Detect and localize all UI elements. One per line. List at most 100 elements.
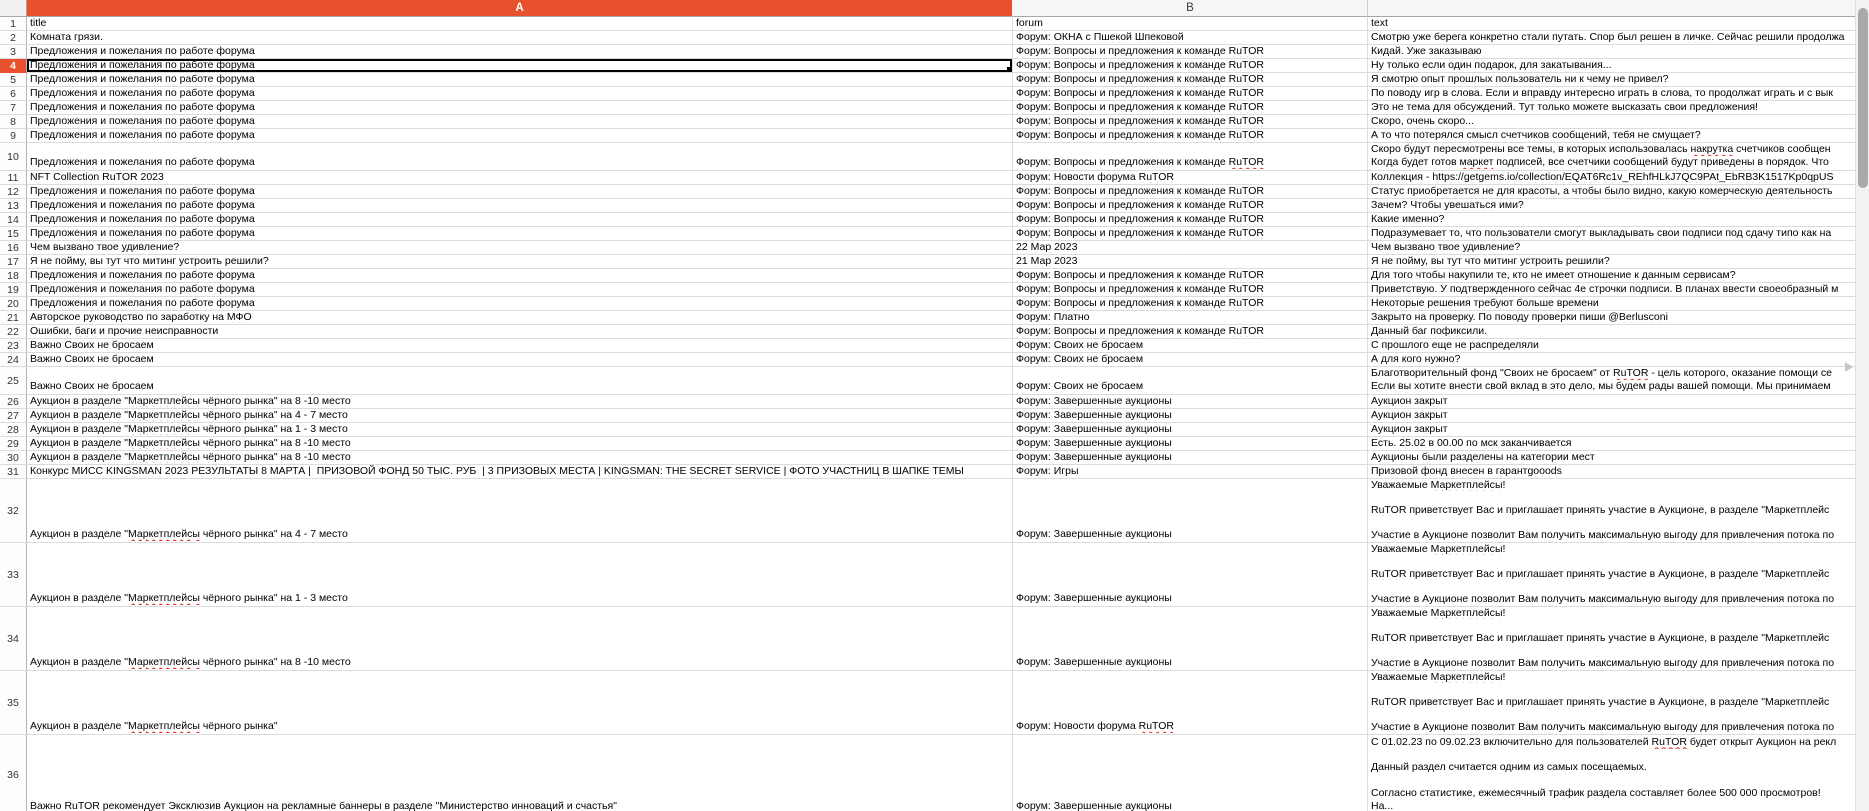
cell-A1[interactable]: title [27,17,1013,31]
cell-C3[interactable]: Кидай. Уже заказываю [1368,45,1855,59]
row-header-4[interactable]: 4 [0,59,27,73]
cell-C29[interactable]: Есть. 25.02 в 00.00 по мск заканчивается [1368,437,1855,451]
cell-C13[interactable]: Зачем? Чтобы увешаться ими? [1368,199,1855,213]
row-header-11[interactable]: 11 [0,171,27,185]
cell-B18[interactable]: Форум: Вопросы и предложения к команде R… [1013,269,1368,283]
cell-B1[interactable]: forum [1013,17,1368,31]
cell-B11[interactable]: Форум: Новости форума RuTOR [1013,171,1368,185]
cell-A5[interactable]: Предложения и пожелания по работе форума [27,73,1013,87]
cell-A17[interactable]: Я не пойму, вы тут что митинг устроить р… [27,255,1013,269]
row-header-19[interactable]: 19 [0,283,27,297]
cell-A19[interactable]: Предложения и пожелания по работе форума [27,283,1013,297]
row-header-28[interactable]: 28 [0,423,27,437]
column-header-b[interactable]: B [1013,0,1368,17]
cell-C28[interactable]: Аукцион закрыт [1368,423,1855,437]
row-header-8[interactable]: 8 [0,115,27,129]
cell-B13[interactable]: Форум: Вопросы и предложения к команде R… [1013,199,1368,213]
cell-A34[interactable]: Аукцион в разделе "Маркетплейсы чёрного … [27,607,1013,671]
cell-C33[interactable]: Уважаемые Маркетплейсы! RuTOR приветству… [1368,543,1855,607]
cell-A16[interactable]: Чем вызвано твое удивление? [27,241,1013,255]
cell-B32[interactable]: Форум: Завершенные аукционы [1013,479,1368,543]
vertical-scrollbar[interactable] [1855,0,1869,811]
cell-B15[interactable]: Форум: Вопросы и предложения к команде R… [1013,227,1368,241]
cell-C34[interactable]: Уважаемые Маркетплейсы! RuTOR приветству… [1368,607,1855,671]
cell-B3[interactable]: Форум: Вопросы и предложения к команде R… [1013,45,1368,59]
row-header-33[interactable]: 33 [0,543,27,607]
row-header-5[interactable]: 5 [0,73,27,87]
row-header-34[interactable]: 34 [0,607,27,671]
cell-C26[interactable]: Аукцион закрыт [1368,395,1855,409]
row-header-22[interactable]: 22 [0,325,27,339]
cell-B7[interactable]: Форум: Вопросы и предложения к команде R… [1013,101,1368,115]
cell-B14[interactable]: Форум: Вопросы и предложения к команде R… [1013,213,1368,227]
row-header-7[interactable]: 7 [0,101,27,115]
cell-C30[interactable]: Аукционы были разделены на категории мес… [1368,451,1855,465]
cell-A8[interactable]: Предложения и пожелания по работе форума [27,115,1013,129]
row-header-16[interactable]: 16 [0,241,27,255]
row-header-29[interactable]: 29 [0,437,27,451]
row-header-6[interactable]: 6 [0,87,27,101]
cell-C6[interactable]: По поводу игр в слова. Если и вправду ин… [1368,87,1855,101]
row-header-10[interactable]: 10 [0,143,27,171]
row-header-30[interactable]: 30 [0,451,27,465]
cell-B2[interactable]: Форум: ОКНА с Пшекой Шпековой [1013,31,1368,45]
cell-B22[interactable]: Форум: Вопросы и предложения к команде R… [1013,325,1368,339]
cell-A10[interactable]: Предложения и пожелания по работе форума [27,143,1013,171]
cell-B20[interactable]: Форум: Вопросы и предложения к команде R… [1013,297,1368,311]
cell-C36[interactable]: С 01.02.23 по 09.02.23 включительно для … [1368,735,1855,811]
cell-B6[interactable]: Форум: Вопросы и предложения к команде R… [1013,87,1368,101]
cell-C17[interactable]: Я не пойму, вы тут что митинг устроить р… [1368,255,1855,269]
row-header-14[interactable]: 14 [0,213,27,227]
row-header-26[interactable]: 26 [0,395,27,409]
cell-C7[interactable]: Это не тема для обсуждений. Тут только м… [1368,101,1855,115]
row-header-32[interactable]: 32 [0,479,27,543]
cell-B28[interactable]: Форум: Завершенные аукционы [1013,423,1368,437]
cell-B16[interactable]: 22 Мар 2023 [1013,241,1368,255]
cell-C10[interactable]: Скоро будут пересмотрены все темы, в кот… [1368,143,1855,171]
cell-A18[interactable]: Предложения и пожелания по работе форума [27,269,1013,283]
cell-B34[interactable]: Форум: Завершенные аукционы [1013,607,1368,671]
cell-C23[interactable]: С прошлого еще не распределяли [1368,339,1855,353]
cell-C2[interactable]: Смотрю уже берега конкретно стали путать… [1368,31,1855,45]
cell-B35[interactable]: Форум: Новости форума RuTOR [1013,671,1368,735]
select-all-corner[interactable] [0,0,27,17]
cell-B26[interactable]: Форум: Завершенные аукционы [1013,395,1368,409]
cell-C5[interactable]: Я смотрю опыт прошлых пользователь ни к … [1368,73,1855,87]
row-header-27[interactable]: 27 [0,409,27,423]
cell-B33[interactable]: Форум: Завершенные аукционы [1013,543,1368,607]
cell-A26[interactable]: Аукцион в разделе "Маркетплейсы чёрного … [27,395,1013,409]
cell-C19[interactable]: Приветствую. У подтвержденного сейчас 4е… [1368,283,1855,297]
cell-C32[interactable]: Уважаемые Маркетплейсы! RuTOR приветству… [1368,479,1855,543]
cell-A11[interactable]: NFT Collection RuTOR 2023 [27,171,1013,185]
cell-C21[interactable]: Закрыто на проверку. По поводу проверки … [1368,311,1855,325]
column-header-c[interactable] [1368,0,1855,17]
cell-B8[interactable]: Форум: Вопросы и предложения к команде R… [1013,115,1368,129]
row-header-21[interactable]: 21 [0,311,27,325]
cell-A14[interactable]: Предложения и пожелания по работе форума [27,213,1013,227]
cell-C18[interactable]: Для того чтобы накупили те, кто не имеет… [1368,269,1855,283]
row-header-17[interactable]: 17 [0,255,27,269]
cell-A33[interactable]: Аукцион в разделе "Маркетплейсы чёрного … [27,543,1013,607]
cell-B25[interactable]: Форум: Своих не бросаем [1013,367,1368,395]
row-header-15[interactable]: 15 [0,227,27,241]
column-header-a[interactable]: A [27,0,1013,17]
cell-C1[interactable]: text [1368,17,1855,31]
cell-B12[interactable]: Форум: Вопросы и предложения к команде R… [1013,185,1368,199]
cell-C27[interactable]: Аукцион закрыт [1368,409,1855,423]
cell-A29[interactable]: Аукцион в разделе "Маркетплейсы чёрного … [27,437,1013,451]
row-header-2[interactable]: 2 [0,31,27,45]
cell-A23[interactable]: Важно Своих не бросаем [27,339,1013,353]
cell-A20[interactable]: Предложения и пожелания по работе форума [27,297,1013,311]
cell-A36[interactable]: Важно RuTOR рекомендует Эксклюзив Аукцио… [27,735,1013,811]
cell-B5[interactable]: Форум: Вопросы и предложения к команде R… [1013,73,1368,87]
cell-C35[interactable]: Уважаемые Маркетплейсы! RuTOR приветству… [1368,671,1855,735]
row-header-20[interactable]: 20 [0,297,27,311]
cell-A21[interactable]: Авторское руководство по заработку на МФ… [27,311,1013,325]
cell-B30[interactable]: Форум: Завершенные аукционы [1013,451,1368,465]
cell-A2[interactable]: Комната грязи. [27,31,1013,45]
row-header-1[interactable]: 1 [0,17,27,31]
cell-A24[interactable]: Важно Своих не бросаем [27,353,1013,367]
cell-C11[interactable]: Коллекция - https://getgems.io/collectio… [1368,171,1855,185]
cell-C20[interactable]: Некоторые решения требуют больше времени [1368,297,1855,311]
row-header-31[interactable]: 31 [0,465,27,479]
